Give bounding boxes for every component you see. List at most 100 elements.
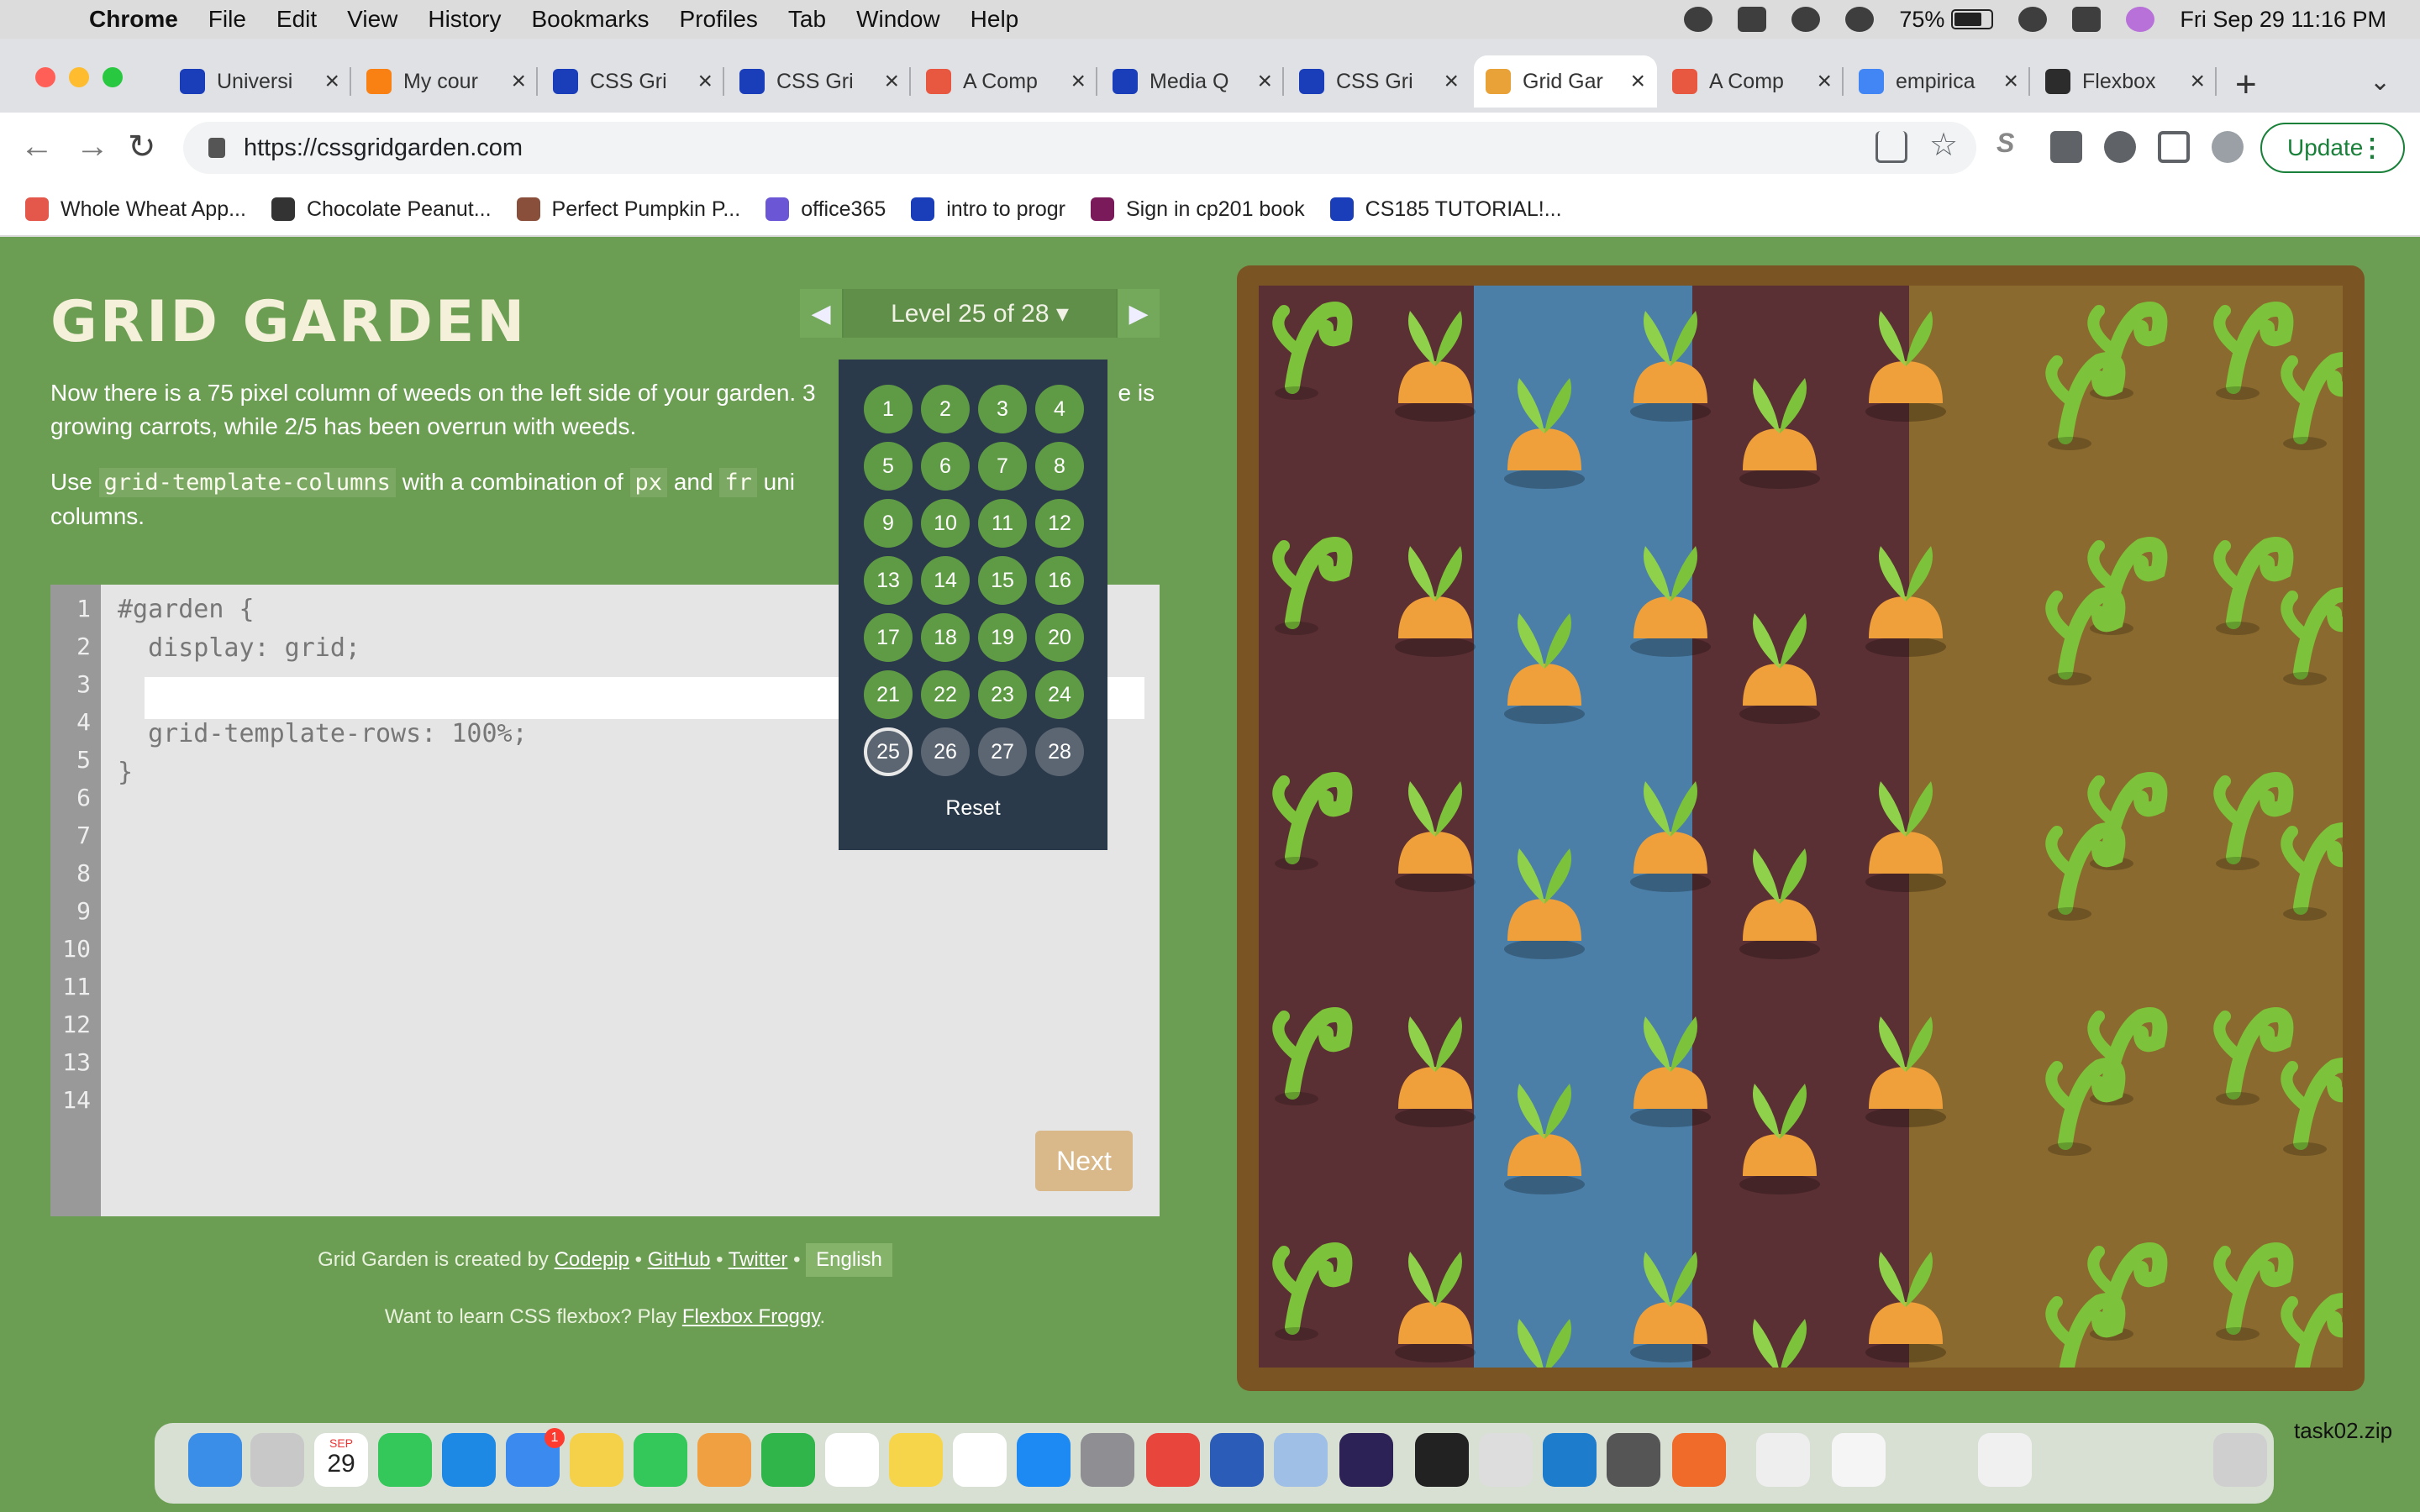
profile-avatar-icon[interactable] [2212,131,2244,163]
level-18-button[interactable]: 18 [921,613,970,662]
reset-button[interactable]: Reset [839,796,1107,821]
zoom-window-button[interactable] [103,67,123,87]
update-button[interactable]: Update ⋮ [2260,123,2405,173]
close-tab-icon[interactable]: × [324,67,339,96]
close-tab-icon[interactable]: × [511,67,526,96]
script-editor-icon[interactable] [1479,1433,1533,1487]
next-level-arrow-button[interactable]: ▶ [1116,289,1160,338]
extension-s-icon[interactable]: S [1996,128,2028,160]
code-grid-template-columns[interactable]: grid-template-columns [98,468,396,497]
bookmark-star-icon[interactable]: ☆ [1929,126,1961,163]
preview-icon[interactable] [1274,1433,1328,1487]
close-tab-icon[interactable]: × [1257,67,1272,96]
tab-1[interactable]: Universi × [168,55,351,108]
tab-4[interactable]: CSS Gri × [728,55,911,108]
facetime-icon[interactable] [634,1433,687,1487]
tab-6[interactable]: Media Q × [1101,55,1284,108]
extensions-puzzle-icon[interactable] [2050,131,2082,163]
menu-profiles[interactable]: Profiles [680,6,758,33]
close-tab-icon[interactable]: × [697,67,713,96]
level-15-button[interactable]: 15 [978,556,1027,605]
menu-history[interactable]: History [428,6,501,33]
system-settings-icon[interactable] [1081,1433,1134,1487]
level-19-button[interactable]: 19 [978,613,1027,662]
level-6-button[interactable]: 6 [921,442,970,491]
freeform-icon[interactable] [953,1433,1007,1487]
close-tab-icon[interactable]: × [2003,67,2018,96]
numbers-icon[interactable] [761,1433,815,1487]
side-panel-icon[interactable] [2158,131,2190,163]
level-14-button[interactable]: 14 [921,556,970,605]
launchpad-icon[interactable] [250,1433,304,1487]
terminal-icon[interactable] [1415,1433,1469,1487]
github-link[interactable]: GitHub [648,1248,711,1271]
flexbox-froggy-link[interactable]: Flexbox Froggy [682,1305,820,1328]
share-icon[interactable] [1876,131,1907,163]
menu-chrome[interactable]: Chrome [89,6,178,33]
menu-help[interactable]: Help [971,6,1019,33]
tab-2[interactable]: My cour × [355,55,538,108]
firefox-icon[interactable] [1672,1433,1726,1487]
new-tab-button[interactable]: + [2235,64,2257,106]
document-icon[interactable] [1832,1433,1886,1487]
grammarly-icon[interactable] [1684,7,1713,32]
word-icon[interactable] [1210,1433,1264,1487]
tab-5[interactable]: A Comp × [914,55,1097,108]
tab-8[interactable]: Grid Gar × [1474,55,1657,108]
tab-3[interactable]: CSS Gri × [541,55,724,108]
bookmark-1[interactable]: Whole Wheat App... [25,197,246,222]
spotlight-search-icon[interactable] [2018,7,2048,32]
siri-icon[interactable] [2126,7,2155,32]
level-3-button[interactable]: 3 [978,385,1027,433]
previous-level-button[interactable]: ◀ [800,289,844,338]
trash-icon[interactable] [2213,1433,2267,1487]
stack-icon[interactable] [1978,1433,2032,1487]
level-16-button[interactable]: 16 [1035,556,1084,605]
level-22-button[interactable]: 22 [921,670,970,719]
level-26-button[interactable]: 26 [921,727,970,776]
notes-icon[interactable] [889,1433,943,1487]
level-5-button[interactable]: 5 [864,442,913,491]
codepip-link[interactable]: Codepip [555,1248,629,1271]
level-11-button[interactable]: 11 [978,499,1027,548]
menu-file[interactable]: File [208,6,246,33]
level-12-button[interactable]: 12 [1035,499,1084,548]
calendar-icon[interactable]: SEP 29 [314,1433,368,1487]
address-bar[interactable]: https://cssgridgarden.com [183,122,1976,174]
notes-pencil-icon[interactable] [570,1433,623,1487]
bookmark-7[interactable]: CS185 TUTORIAL!... [1329,197,1562,222]
safari-icon[interactable] [442,1433,496,1487]
level-20-button[interactable]: 20 [1035,613,1084,662]
level-21-button[interactable]: 21 [864,670,913,719]
minimize-window-button[interactable] [69,67,89,87]
zip-file-icon[interactable] [1756,1433,1810,1487]
level-23-button[interactable]: 23 [978,670,1027,719]
level-7-button[interactable]: 7 [978,442,1027,491]
menu-tab[interactable]: Tab [788,6,826,33]
tab-search-chevron-icon[interactable]: ⌄ [2370,67,2391,97]
level-8-button[interactable]: 8 [1035,442,1084,491]
reminders-icon[interactable] [825,1433,879,1487]
menu-edit[interactable]: Edit [276,6,317,33]
chrome-icon[interactable] [1146,1433,1200,1487]
photos-icon[interactable] [697,1433,751,1487]
level-10-button[interactable]: 10 [921,499,970,548]
car-icon[interactable] [1738,7,1767,32]
level-27-button[interactable]: 27 [978,727,1027,776]
drive-icon[interactable] [1607,1433,1660,1487]
close-tab-icon[interactable]: × [2190,67,2205,96]
close-tab-icon[interactable]: × [1444,67,1459,96]
bookmark-4[interactable]: office365 [765,197,886,222]
level-28-button[interactable]: 28 [1035,727,1084,776]
level-17-button[interactable]: 17 [864,613,913,662]
back-button[interactable]: ← [20,128,54,165]
finder-icon[interactable] [188,1433,242,1487]
close-tab-icon[interactable]: × [884,67,899,96]
vscode-icon[interactable] [1543,1433,1597,1487]
level-24-button[interactable]: 24 [1035,670,1084,719]
level-9-button[interactable]: 9 [864,499,913,548]
messages-icon[interactable] [378,1433,432,1487]
play-icon[interactable] [1791,7,1821,32]
bookmark-2[interactable]: Chocolate Peanut... [271,197,492,222]
mail-icon[interactable]: 1 [506,1428,565,1487]
